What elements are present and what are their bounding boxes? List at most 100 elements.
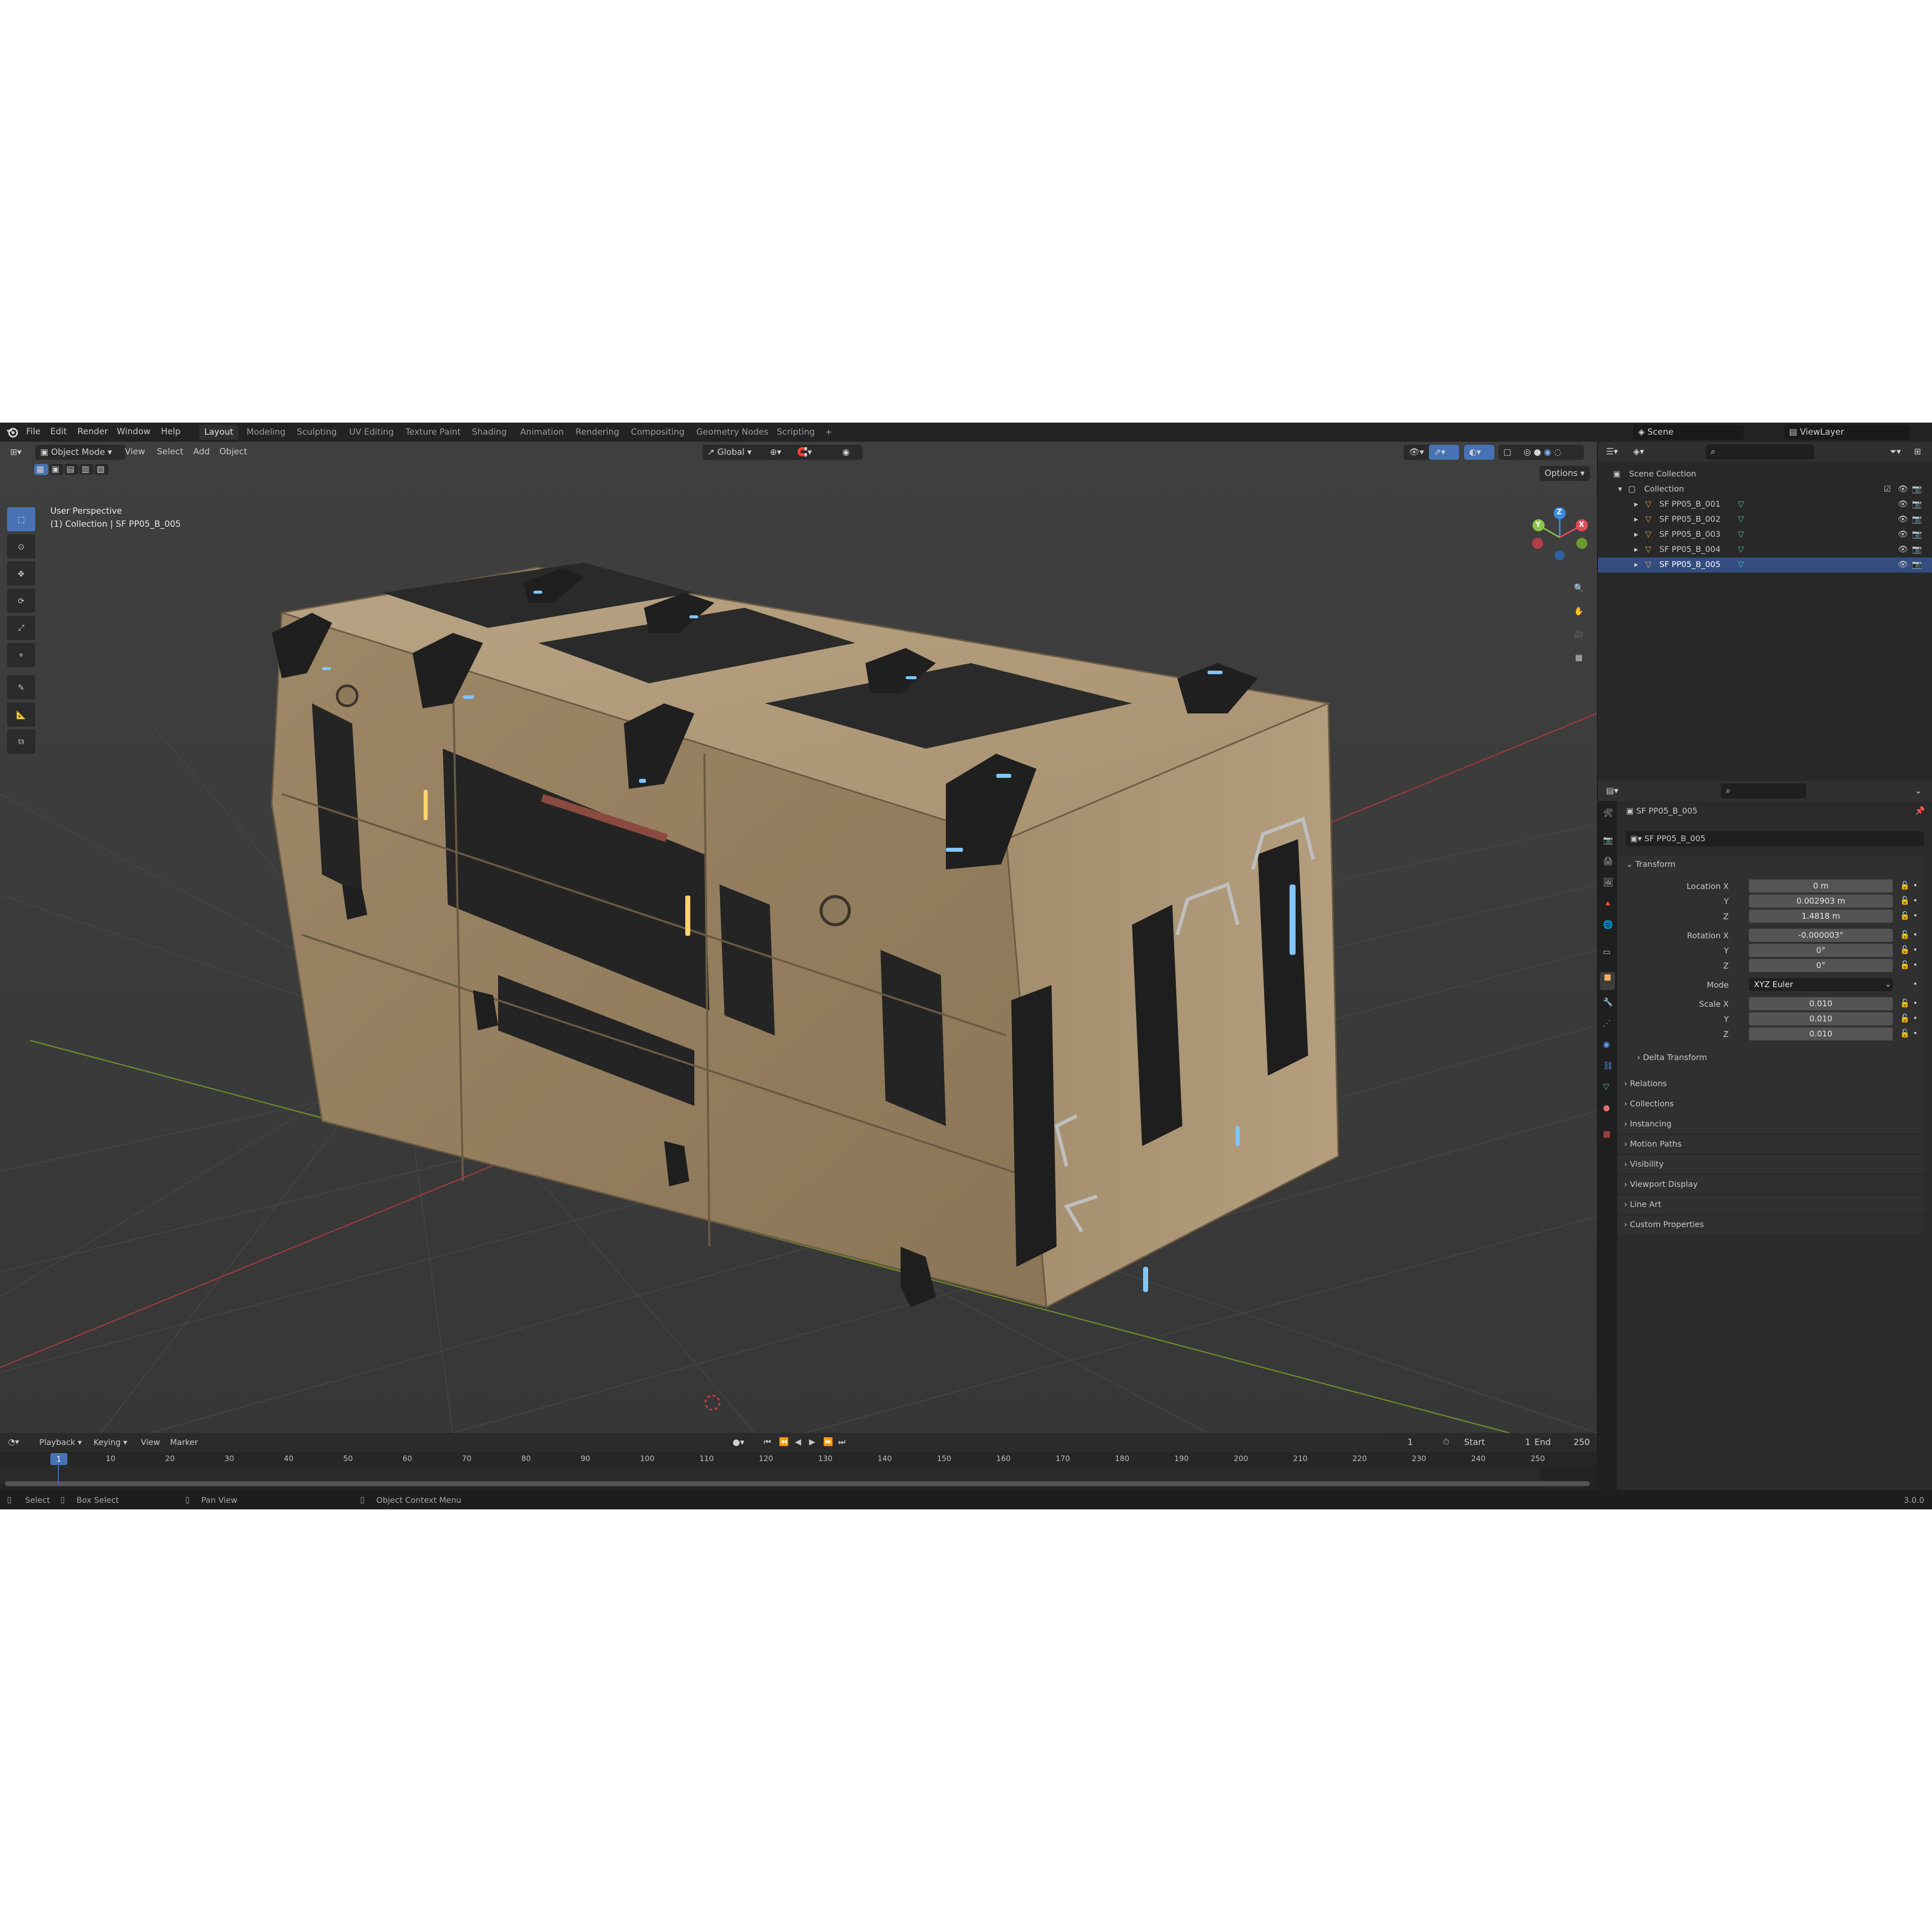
camera-icon[interactable]: 📷	[1912, 514, 1922, 524]
keyframe-dot-icon[interactable]: •	[1913, 896, 1917, 905]
menu-select[interactable]: Select	[157, 447, 183, 457]
scene-selector[interactable]: ◈ Scene	[1633, 425, 1744, 440]
tab-rendering[interactable]: Rendering	[571, 425, 624, 440]
view-layer-selector[interactable]: ▤ ViewLayer	[1784, 425, 1910, 440]
scale-x-field[interactable]: 0.010	[1749, 997, 1893, 1010]
menu-playback[interactable]: Playback ▾	[39, 1437, 82, 1447]
tab-shading[interactable]: Shading	[467, 425, 512, 440]
menu-edit[interactable]: Edit	[50, 427, 67, 437]
keyframe-dot-icon[interactable]: •	[1913, 930, 1917, 939]
next-keyframe-icon[interactable]: ⏩	[823, 1437, 833, 1446]
keyframe-dot-icon[interactable]: •	[1913, 998, 1917, 1008]
location-y-field[interactable]: 0.002903 m	[1749, 895, 1893, 908]
tab-animation[interactable]: Animation	[515, 425, 569, 440]
lock-icon[interactable]: 🔓	[1900, 880, 1910, 890]
lock-icon[interactable]: 🔓	[1900, 998, 1910, 1008]
blender-logo-icon[interactable]	[6, 426, 19, 441]
move-tool[interactable]: ✥	[7, 561, 35, 586]
keyframe-dot-icon[interactable]: •	[1913, 945, 1917, 954]
tab-texture-paint[interactable]: Texture Paint	[400, 425, 466, 440]
timeline-editor-icon[interactable]: ◔▾	[8, 1437, 19, 1446]
panel-viewport-display[interactable]: › Viewport Display	[1618, 1175, 1924, 1193]
tab-layout[interactable]: Layout	[199, 425, 238, 440]
menu-help[interactable]: Help	[161, 427, 181, 437]
lock-icon[interactable]: 🔓	[1900, 960, 1910, 970]
outliner-search-input[interactable]: ⌕	[1706, 444, 1814, 459]
lock-icon[interactable]: 🔓	[1900, 896, 1910, 905]
outliner-object-row[interactable]: ▸ ▽ SF PP05_B_003 ▽ 👁 📷	[1598, 527, 1932, 542]
new-collection-icon[interactable]: ⊞	[1909, 444, 1930, 459]
menu-object[interactable]: Object	[219, 447, 247, 457]
menu-add[interactable]: Add	[193, 447, 210, 457]
jump-end-icon[interactable]: ⏭	[838, 1437, 845, 1447]
panel-visibility[interactable]: › Visibility	[1618, 1155, 1924, 1173]
panel-instancing[interactable]: › Instancing	[1618, 1115, 1924, 1133]
tab-geometry-nodes[interactable]: Geometry Nodes	[691, 425, 773, 440]
scale-y-field[interactable]: 0.010	[1749, 1012, 1893, 1025]
tab-modeling[interactable]: Modeling	[242, 425, 290, 440]
keyframe-dot-icon[interactable]: •	[1913, 979, 1917, 989]
panel-relations[interactable]: › Relations	[1618, 1075, 1924, 1093]
display-mode-icon[interactable]: ◈▾	[1628, 444, 1658, 459]
checkbox-icon[interactable]: ☑	[1884, 484, 1891, 494]
outliner-scene-collection[interactable]: ▣ Scene Collection	[1598, 467, 1932, 482]
expand-arrow-icon[interactable]: ▸	[1634, 544, 1638, 554]
menu-render[interactable]: Render	[77, 427, 108, 437]
eye-icon[interactable]: 👁	[1898, 559, 1908, 569]
editor-type-icon[interactable]: ⊞▾	[5, 445, 35, 460]
options-dropdown[interactable]: Options ▾	[1540, 466, 1590, 481]
rotate-tool[interactable]: ⟳	[7, 589, 35, 613]
eye-icon[interactable]: 👁	[1898, 484, 1908, 494]
lock-icon[interactable]: 🔓	[1900, 911, 1910, 920]
scale-z-field[interactable]: 0.010	[1749, 1027, 1893, 1040]
measure-tool[interactable]: 📐	[7, 702, 35, 727]
expand-arrow-icon[interactable]: ▸	[1634, 514, 1638, 524]
properties-search-input[interactable]: ⌕	[1721, 783, 1806, 798]
end-frame-field[interactable]: End 250	[1530, 1435, 1595, 1450]
jump-start-icon[interactable]: ⏮	[764, 1437, 771, 1447]
properties-editor-icon[interactable]: ▤▾	[1601, 783, 1631, 798]
lock-icon[interactable]: 🔓	[1900, 1028, 1910, 1038]
object-datablock-field[interactable]: ▣▾ SF PP05_B_005	[1626, 831, 1924, 846]
perspective-grid-icon[interactable]: ▦	[1569, 647, 1589, 667]
add-workspace-button[interactable]: +	[820, 425, 837, 440]
select-invert-icon[interactable]: ▥	[79, 464, 94, 475]
menu-timeline-view[interactable]: View	[141, 1437, 160, 1447]
gizmo-toggle-icon[interactable]: ⇗▾	[1429, 445, 1459, 460]
shading-modes[interactable]: ◎ ● ◉ ◌	[1518, 445, 1584, 460]
pivot-icon[interactable]: ⊕▾	[765, 445, 795, 460]
lock-icon[interactable]: 🔓	[1900, 945, 1910, 954]
rotation-y-field[interactable]: 0°	[1749, 944, 1893, 957]
expand-arrow-icon[interactable]: ▾	[1618, 484, 1622, 494]
play-icon[interactable]: ▶	[809, 1437, 815, 1446]
outliner-object-row[interactable]: ▸ ▽ SF PP05_B_002 ▽ 👁 📷	[1598, 512, 1932, 527]
lock-icon[interactable]: 🔓	[1900, 1013, 1910, 1023]
select-box-tool[interactable]: ⬚	[7, 507, 35, 531]
object-mode-dropdown[interactable]: ▣ Object Mode ▾	[35, 445, 126, 460]
lock-icon[interactable]: 🔓	[1900, 930, 1910, 939]
delta-transform-subpanel[interactable]: › Delta Transform	[1637, 1053, 1707, 1062]
transform-orientation-dropdown[interactable]: ↗ Global ▾	[702, 445, 769, 460]
expand-arrow-icon[interactable]: ▸	[1634, 559, 1638, 569]
panel-custom-properties[interactable]: › Custom Properties	[1618, 1216, 1924, 1234]
menu-marker[interactable]: Marker	[170, 1437, 198, 1447]
add-cube-tool[interactable]: ⧉	[7, 730, 35, 754]
solid-shading-icon[interactable]: ●	[1534, 447, 1541, 457]
panel-line-art[interactable]: › Line Art	[1618, 1195, 1924, 1214]
camera-icon[interactable]: 📷	[1912, 544, 1922, 554]
camera-icon[interactable]: 📷	[1912, 499, 1922, 509]
keyframe-dot-icon[interactable]: •	[1913, 1013, 1917, 1023]
output-tab-icon[interactable]: 🖨	[1603, 856, 1613, 866]
select-extend-icon[interactable]: ▣	[49, 464, 63, 475]
panel-motion-paths[interactable]: › Motion Paths	[1618, 1135, 1924, 1153]
clock-icon[interactable]: ⏱	[1443, 1437, 1449, 1447]
rendered-shading-icon[interactable]: ◌	[1554, 447, 1562, 457]
scale-tool[interactable]: ⤢	[7, 616, 35, 640]
menu-window[interactable]: Window	[117, 427, 150, 437]
outliner-object-row[interactable]: ▸ ▽ SF PP05_B_001 ▽ 👁 📷	[1598, 497, 1932, 512]
playhead-frame-label[interactable]: 1	[50, 1453, 67, 1465]
keyframe-dot-icon[interactable]: •	[1913, 911, 1917, 920]
texture-tab-icon[interactable]: ▩	[1603, 1129, 1611, 1139]
expand-arrow-icon[interactable]: ▸	[1634, 529, 1638, 539]
zoom-icon[interactable]: 🔍	[1569, 578, 1589, 598]
